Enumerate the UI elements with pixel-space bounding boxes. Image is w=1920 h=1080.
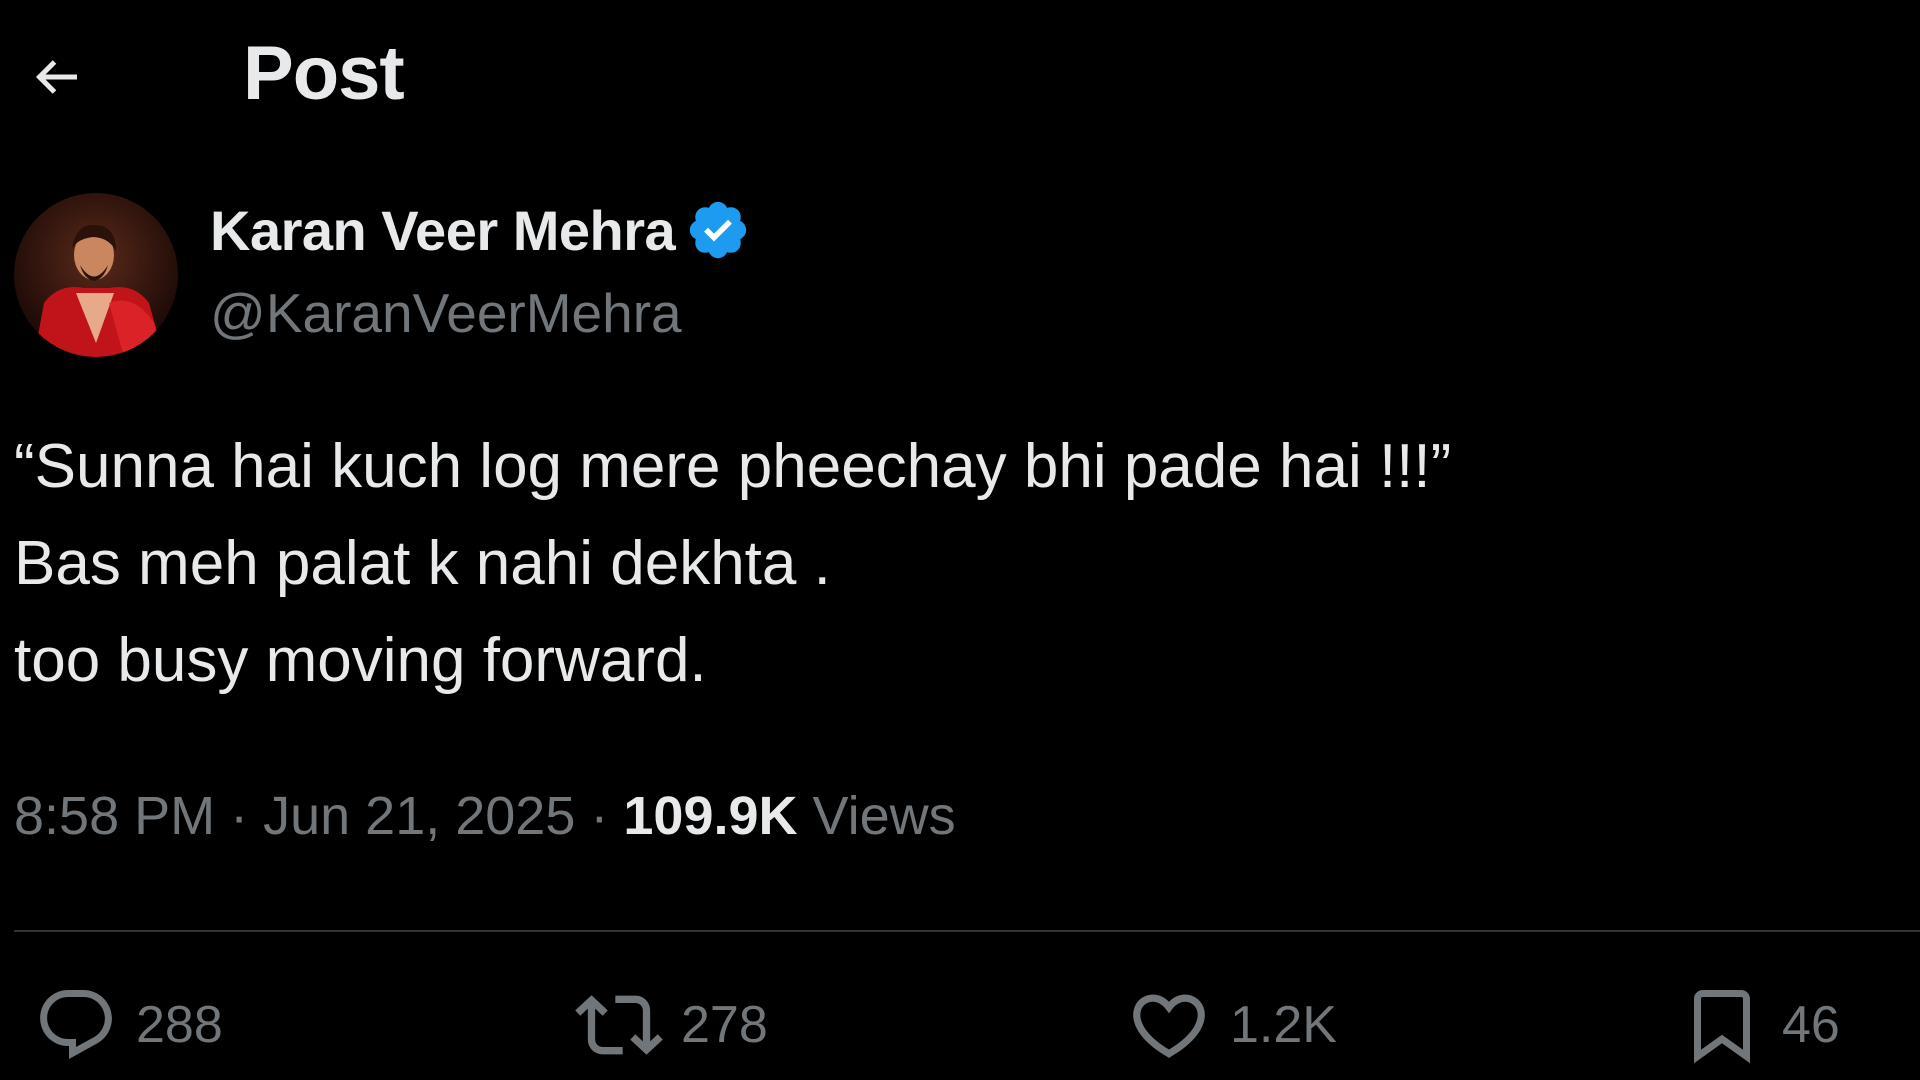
post-date[interactable]: Jun 21, 2025 (263, 786, 575, 846)
post-time[interactable]: 8:58 PM (14, 786, 215, 846)
meta-separator: · (575, 786, 624, 846)
avatar[interactable] (14, 193, 178, 357)
post-author: Karan Veer Mehra @KaranVeerMehra (14, 193, 1014, 358)
repost-count: 278 (681, 996, 768, 1054)
repost-icon (575, 995, 663, 1055)
post-actions: 288 278 1.2K 46 (0, 980, 1920, 1070)
like-button[interactable]: 1.2K (1126, 980, 1337, 1070)
post-metadata: 8:58 PM · Jun 21, 2025 · 109.9K Views (14, 785, 956, 847)
post-text-line: “Sunna hai kuch log mere pheechay bhi pa… (14, 432, 1452, 501)
heart-icon (1133, 994, 1205, 1058)
bookmark-icon (1694, 990, 1750, 1064)
like-count: 1.2K (1230, 996, 1337, 1054)
author-display-name: Karan Veer Mehra (210, 198, 676, 262)
post-header: Post (0, 0, 1920, 150)
reply-count: 288 (136, 996, 223, 1054)
reply-button[interactable]: 288 (34, 980, 223, 1070)
bookmark-button[interactable]: 46 (1680, 980, 1840, 1070)
verified-badge-icon (685, 197, 751, 263)
bookmark-count: 46 (1782, 996, 1840, 1054)
reply-icon (40, 990, 112, 1059)
meta-separator: · (215, 786, 264, 846)
author-name-row[interactable]: Karan Veer Mehra (210, 197, 751, 263)
avatar-image (14, 193, 178, 357)
post-text-line: Bas meh palat k nahi dekhta . (14, 529, 831, 598)
back-button[interactable] (22, 42, 92, 112)
views-count: 109.9K (623, 786, 798, 846)
post-body: “Sunna hai kuch log mere pheechay bhi pa… (14, 418, 1894, 709)
arrow-left-icon (35, 60, 77, 94)
post-text-line: too busy moving forward. (14, 626, 707, 695)
views-label: Views (812, 786, 956, 846)
author-handle[interactable]: @KaranVeerMehra (210, 281, 682, 345)
page-title: Post (243, 31, 405, 116)
repost-button[interactable]: 278 (575, 980, 768, 1070)
divider (14, 930, 1920, 932)
